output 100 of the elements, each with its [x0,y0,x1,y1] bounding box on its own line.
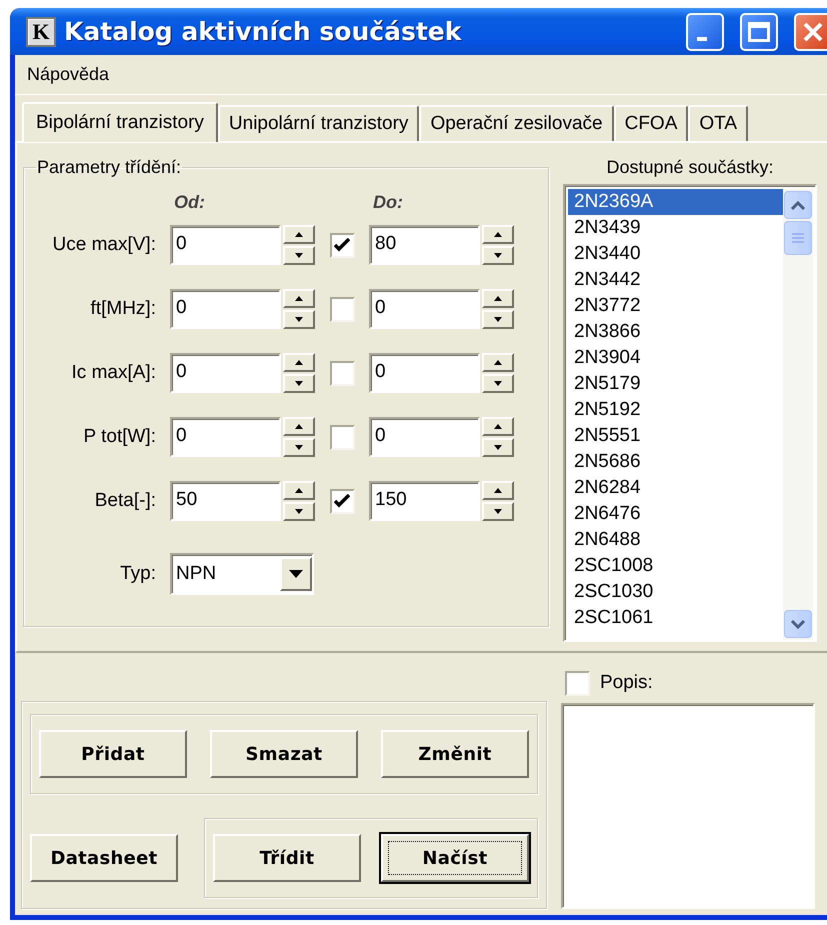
number-field[interactable]: 0 [170,289,282,329]
tab[interactable]: Unipolární tranzistory [218,105,420,141]
tab[interactable]: CFOA [614,105,688,141]
chevron-up-icon [791,200,805,210]
checkbox-label: Popis: [600,672,653,694]
field-label: Beta[-]: [94,490,156,512]
list-item[interactable]: 2N3442 [568,267,783,293]
spin-up-button[interactable] [482,289,514,308]
spin-up-button[interactable] [482,481,514,500]
number-field[interactable]: 0 [170,225,282,265]
up-arrow-icon [494,296,502,301]
spin-up-button[interactable] [283,353,315,372]
number-field[interactable]: 150 [369,481,480,521]
checkmark-icon [334,494,350,508]
list-item[interactable]: 2N6488 [568,527,783,553]
spin-down-button[interactable] [283,502,315,521]
spin-down-button[interactable] [482,374,514,393]
checkbox[interactable] [330,296,354,322]
up-arrow-icon [494,232,502,237]
push-button[interactable]: Datasheet [30,834,178,882]
tab[interactable]: Operační zesilovače [419,105,614,141]
list-item[interactable]: 2N3439 [568,215,783,241]
list-item[interactable]: 2N3772 [568,293,783,319]
spin-down-button[interactable] [482,246,514,265]
field-label: ft[MHz]: [90,298,156,320]
list-label: Dostupné součástky: [606,157,774,178]
scrollbar[interactable] [783,189,813,640]
down-arrow-icon [295,317,304,322]
spin-up-button[interactable] [482,417,514,436]
minimize-button[interactable] [686,12,724,50]
list-item[interactable]: 2SC1061 [568,605,783,631]
up-arrow-icon [295,296,304,301]
window-title: Katalog aktivních součástek [64,17,463,46]
list-item[interactable]: 2N5686 [568,449,783,475]
chevron-down-icon [791,620,805,628]
field-label: P tot[W]: [83,426,156,448]
spin-up-button[interactable] [482,225,514,244]
group-title: Parametry třídění: [36,157,182,178]
checkbox[interactable] [330,232,354,258]
checkbox[interactable] [565,670,590,696]
push-button[interactable]: Načíst [381,834,529,882]
spin-down-button[interactable] [283,310,315,329]
spin-down-button[interactable] [482,310,514,329]
list-item[interactable]: 2SC1030 [568,579,783,605]
push-button[interactable]: Přidat [39,730,187,778]
spin-down-button[interactable] [482,438,514,457]
number-field[interactable]: 80 [369,225,480,265]
push-button[interactable]: Smazat [210,730,358,778]
scroll-up-button[interactable] [784,191,812,219]
type-dropdown[interactable]: NPN [170,553,314,595]
checkbox[interactable] [330,424,354,450]
spin-down-button[interactable] [283,374,315,393]
list-item[interactable]: 2N3440 [568,241,783,267]
spin-up-button[interactable] [283,417,315,436]
checkbox[interactable] [330,360,354,386]
down-arrow-icon [295,253,304,258]
down-arrow-icon [494,381,502,386]
close-button[interactable] [794,12,827,50]
number-field[interactable]: 0 [369,289,480,329]
grip-icon [792,233,804,243]
scroll-thumb[interactable] [784,221,812,255]
list-item[interactable]: 2N5551 [568,423,783,449]
up-arrow-icon [295,232,304,237]
list-item[interactable]: 2N6284 [568,475,783,501]
spin-down-button[interactable] [482,502,514,521]
list-item[interactable]: 2N2369A [568,189,783,215]
list-item[interactable]: 2N3904 [568,345,783,371]
spin-down-button[interactable] [283,438,315,457]
up-arrow-icon [494,424,502,429]
list-item[interactable]: 2N6476 [568,501,783,527]
field-label: Ic max[A]: [72,362,156,384]
tab[interactable]: Bipolární tranzistory [22,102,218,142]
up-arrow-icon [295,360,304,365]
spin-up-button[interactable] [283,481,315,500]
menu-item[interactable]: Nápověda [25,62,112,87]
down-arrow-icon [494,317,502,322]
spin-up-button[interactable] [283,289,315,308]
close-icon [803,22,823,42]
down-arrow-icon [494,509,502,514]
maximize-icon [748,22,770,42]
spin-up-button[interactable] [283,225,315,244]
number-field[interactable]: 0 [170,417,282,457]
maximize-button[interactable] [740,12,778,50]
list-item[interactable]: 2N5179 [568,371,783,397]
number-field[interactable]: 0 [369,417,480,457]
field-label: Uce max[V]: [52,234,156,256]
list-item[interactable]: 2SC1008 [568,553,783,579]
push-button[interactable]: Třídit [213,834,361,882]
down-arrow-icon [295,445,304,450]
list-item[interactable]: 2N5192 [568,397,783,423]
number-field[interactable]: 0 [369,353,480,393]
push-button[interactable]: Změnit [381,730,529,778]
scroll-down-button[interactable] [784,610,812,638]
checkbox[interactable] [330,488,354,514]
number-field[interactable]: 0 [170,353,282,393]
number-field[interactable]: 50 [170,481,282,521]
list-item[interactable]: 2N3866 [568,319,783,345]
spin-down-button[interactable] [283,246,315,265]
spin-up-button[interactable] [482,353,514,372]
tab[interactable]: OTA [688,105,748,141]
